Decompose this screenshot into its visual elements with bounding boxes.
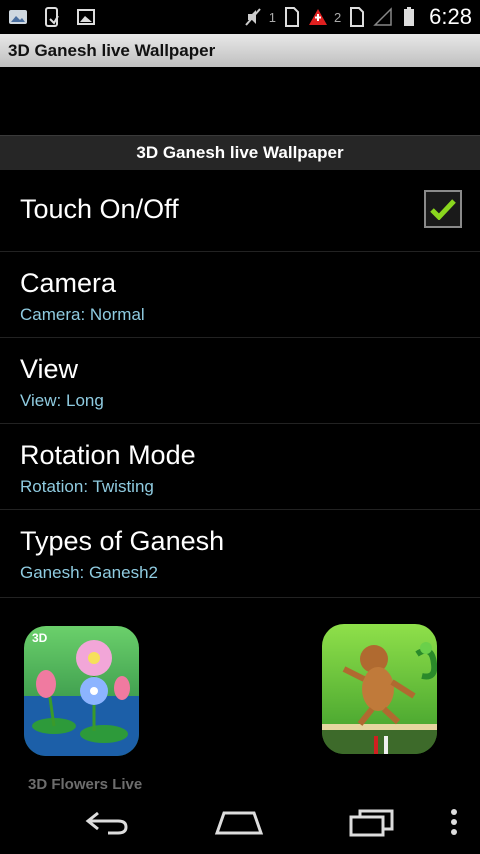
sim2-label: 2	[333, 9, 342, 25]
view-summary: View: Long	[20, 391, 104, 410]
mute-icon	[243, 7, 263, 27]
checkmark-icon	[430, 199, 456, 220]
rotation-title: Rotation Mode	[20, 440, 196, 470]
overflow-menu-button[interactable]	[436, 804, 472, 840]
ganesh-type-summary: Ganesh: Ganesh2	[20, 563, 158, 582]
touch-toggle-row[interactable]: Touch On/Off	[0, 170, 480, 252]
navigation-bar	[0, 790, 480, 854]
notification-icons	[0, 7, 96, 27]
status-bar: 1 2 6:28	[0, 0, 480, 34]
rotation-setting-row[interactable]: Rotation Mode Rotation: Twisting	[0, 424, 480, 510]
ganesh-type-title: Types of Ganesh	[20, 526, 225, 556]
signal-icon	[373, 7, 393, 27]
home-icon	[214, 811, 264, 835]
clock: 6:28	[429, 4, 472, 29]
overflow-menu-icon	[451, 809, 457, 835]
camera-summary: Camera: Normal	[20, 305, 145, 324]
monkey-game-app-icon	[322, 642, 437, 754]
back-icon	[85, 811, 128, 835]
home-button[interactable]	[214, 804, 264, 840]
sim1-icon	[282, 7, 302, 27]
recents-button[interactable]	[348, 804, 398, 840]
flowers-app-ad[interactable]: 3D	[24, 626, 139, 756]
gallery-notification-icon	[8, 7, 28, 27]
view-title: View	[20, 354, 79, 384]
touch-toggle-title: Touch On/Off	[20, 194, 179, 224]
battery-icon	[399, 7, 419, 27]
camera-setting-row[interactable]: Camera Camera: Normal	[0, 252, 480, 338]
phone-notification-icon	[42, 7, 62, 27]
ganesh-type-setting-row[interactable]: Types of Ganesh Ganesh: Ganesh2	[0, 510, 480, 598]
app-title-bar: 3D Ganesh live Wallpaper	[0, 34, 480, 67]
sim2-icon	[347, 7, 367, 27]
preference-category-header: 3D Ganesh live Wallpaper	[0, 135, 480, 170]
recents-icon	[349, 809, 394, 837]
monkey-game-ad[interactable]	[322, 624, 437, 754]
rotation-summary: Rotation: Twisting	[20, 477, 154, 496]
camera-title: Camera	[20, 268, 117, 298]
system-icons: 1 2 6:28	[243, 4, 480, 30]
back-button[interactable]	[82, 804, 132, 840]
view-setting-row[interactable]: View View: Long	[0, 338, 480, 424]
flowers-app-icon: 3D	[24, 631, 139, 756]
sim1-label: 1	[268, 9, 276, 25]
svg-text:3D: 3D	[32, 631, 48, 645]
touch-checkbox[interactable]	[424, 190, 462, 228]
image-notification-icon	[76, 7, 96, 27]
alert-icon	[308, 7, 328, 27]
